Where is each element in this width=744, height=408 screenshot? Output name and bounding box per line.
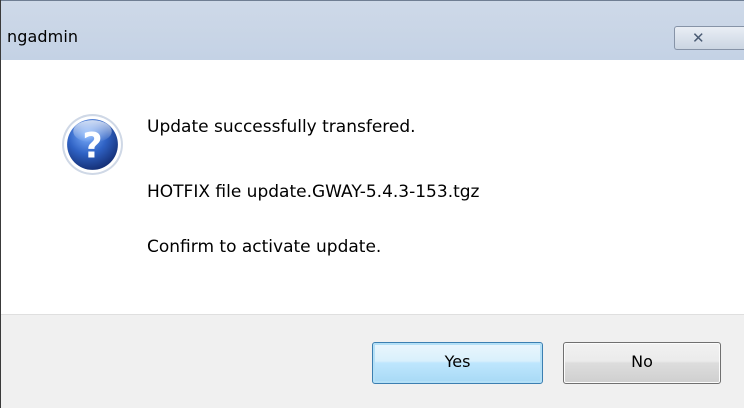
svg-text:?: ? xyxy=(82,127,102,167)
yes-button[interactable]: Yes xyxy=(372,342,543,384)
close-button[interactable]: ✕ xyxy=(674,26,744,50)
window-frame-edge xyxy=(0,0,1,408)
message-line-3: Confirm to activate update. xyxy=(147,237,382,257)
close-icon: ✕ xyxy=(692,29,705,47)
no-button[interactable]: No xyxy=(563,342,721,384)
title-bar[interactable]: ngadmin ✕ xyxy=(0,0,744,60)
question-icon: ? xyxy=(62,114,123,175)
message-line-2: HOTFIX file update.GWAY-5.4.3-153.tgz xyxy=(147,182,480,202)
window-title: ngadmin xyxy=(7,27,79,46)
message-line-1: Update successfully transfered. xyxy=(147,117,416,137)
message-dialog: ngadmin ✕ ? Update successfully transfer… xyxy=(0,0,744,408)
